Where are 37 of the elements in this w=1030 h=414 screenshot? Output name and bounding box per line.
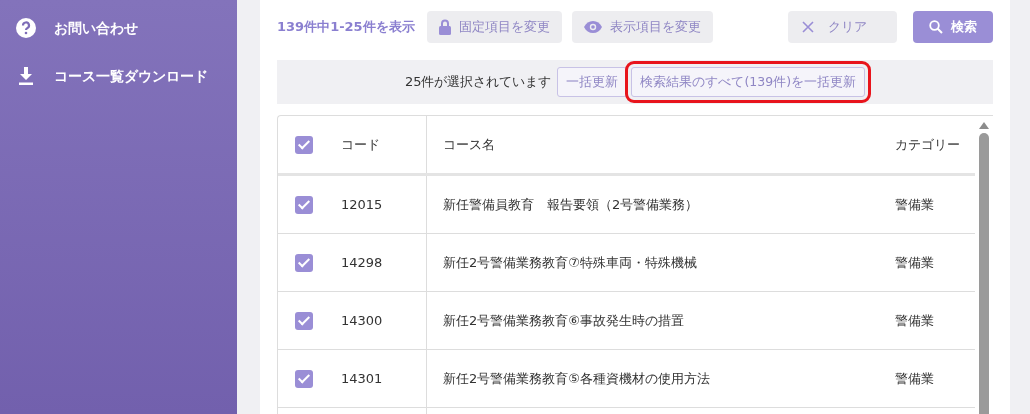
search-icon xyxy=(929,19,943,34)
table-cell: 警備業 xyxy=(895,196,934,212)
table-cell-text: 新任2号警備業務教育⑦特殊車両・特殊機械 xyxy=(443,253,697,272)
table-cell: 14298 xyxy=(341,254,383,270)
checkbox[interactable] xyxy=(295,369,313,388)
table-cell-text: 新任2号警備業務教育⑥事故発生時の措置 xyxy=(443,311,684,330)
selection-count: 25件が選択されています xyxy=(404,73,552,92)
close-icon xyxy=(801,20,814,33)
column-header: カテゴリー xyxy=(895,136,960,152)
checkbox[interactable] xyxy=(295,253,313,272)
table-cell-text: 新任2号警備業務教育⑤各種資機材の使用方法 xyxy=(443,369,710,388)
table-cell: 14300 xyxy=(341,312,383,328)
column-header: コード xyxy=(341,136,380,152)
scrollbar-thumb[interactable] xyxy=(979,133,989,414)
checkbox[interactable] xyxy=(295,311,313,330)
search-button[interactable]: 検索 xyxy=(913,10,993,43)
table-cell: 警備業 xyxy=(895,370,934,386)
help-icon xyxy=(16,18,36,38)
download-icon xyxy=(18,67,34,85)
lock-icon xyxy=(438,18,451,35)
sidebar-link[interactable]: お問い合わせ xyxy=(54,17,138,39)
table-cell-text: 新任警備員教育 報告要領（2号警備業務） xyxy=(443,195,699,214)
toolbar-button[interactable]: 固定項目を変更 xyxy=(426,10,562,43)
eye-icon xyxy=(583,20,602,33)
scroll-up-icon[interactable] xyxy=(979,122,989,129)
sidebar-link[interactable]: コース一覧ダウンロード xyxy=(54,65,208,87)
table-cell: 14301 xyxy=(341,370,383,386)
table-cell: 警備業 xyxy=(895,254,934,270)
checkbox[interactable] xyxy=(295,135,313,154)
table-cell: 警備業 xyxy=(895,312,934,328)
toolbar-button[interactable]: 表示項目を変更 xyxy=(571,10,713,43)
bulk-update-button[interactable]: 一括更新 xyxy=(557,67,628,97)
table-cell: 12015 xyxy=(341,196,383,212)
column-header: コース名 xyxy=(443,135,495,154)
checkbox[interactable] xyxy=(295,195,313,214)
result-count: 139件中1-25件を表示 xyxy=(277,17,415,36)
clear-button[interactable]: クリア xyxy=(787,10,897,43)
